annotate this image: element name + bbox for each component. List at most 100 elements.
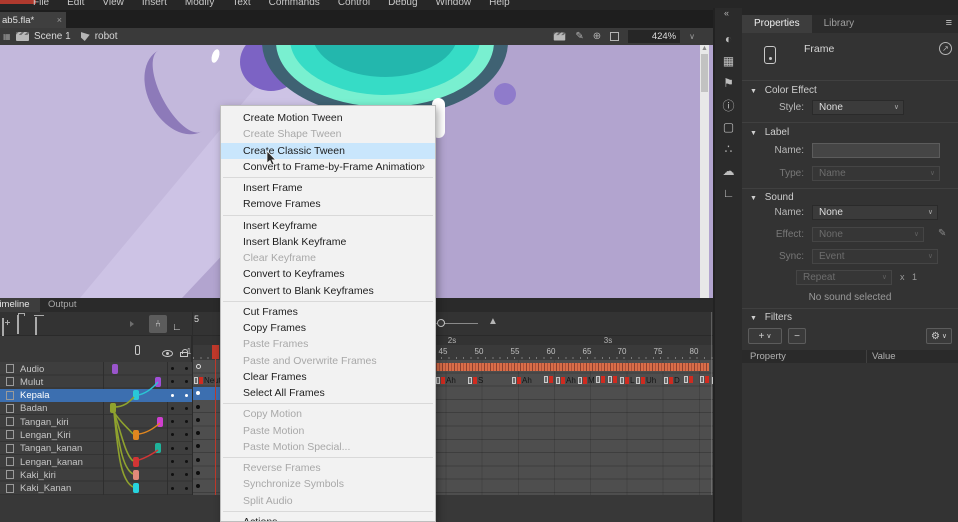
menu-bar-item[interactable]: Window <box>427 0 481 10</box>
label-section-header[interactable]: ▼ Label <box>750 127 789 138</box>
layer-parenting-view-button[interactable]: ⑃ <box>149 315 167 333</box>
context-menu-item[interactable]: Actions <box>221 514 435 522</box>
center-frame-icon[interactable]: ⊕ <box>593 31 601 42</box>
menu-bar-item[interactable]: Insert <box>133 0 176 10</box>
context-menu-item[interactable]: Create Shape Tween <box>221 126 435 142</box>
context-menu-item[interactable]: Convert to Frame-by-Frame Animation <box>221 159 435 175</box>
context-menu-item[interactable]: Remove Frames <box>221 196 435 212</box>
clip-content-icon[interactable] <box>610 32 619 41</box>
menu-bar-item[interactable]: Text <box>223 0 259 10</box>
layer-visibility-dot[interactable] <box>171 447 174 450</box>
tab-properties[interactable]: Properties <box>742 15 812 33</box>
keyframe-dot[interactable] <box>196 418 200 422</box>
context-menu-item[interactable]: Synchronize Symbols <box>221 476 435 492</box>
history-panel-icon[interactable]: ∟ <box>715 182 742 204</box>
zoom-in-timeline-icon[interactable]: ▲ <box>488 316 498 327</box>
context-menu-item[interactable]: Paste and Overwrite Frames <box>221 353 435 369</box>
close-tab-icon[interactable]: × <box>57 15 62 25</box>
context-menu-item[interactable]: Reverse Frames <box>221 460 435 476</box>
scene-breadcrumb[interactable]: Scene 1 <box>34 31 71 42</box>
context-menu-item[interactable]: Convert to Blank Keyframes <box>221 283 435 299</box>
scene-clapperboard-icon[interactable] <box>16 32 29 41</box>
new-layer-button[interactable] <box>2 319 4 337</box>
swatches-panel-icon[interactable]: ▦ <box>715 50 742 72</box>
keyframe-dot[interactable] <box>196 391 200 395</box>
context-menu-item[interactable]: Paste Frames <box>221 336 435 352</box>
timeline-zoom-knob[interactable] <box>437 319 445 327</box>
keyframe-label[interactable]: S <box>468 376 483 385</box>
filter-options-button[interactable]: ⚙ ∨ <box>926 328 952 344</box>
layer-visibility-dot[interactable] <box>171 420 174 423</box>
context-menu-item[interactable]: Split Audio <box>221 493 435 509</box>
layer-lock-dot[interactable] <box>185 447 188 450</box>
layer-lock-dot[interactable] <box>185 407 188 410</box>
tab-timeline[interactable]: Timeline <box>0 298 40 312</box>
sound-name-dropdown[interactable]: None ∨ <box>812 205 938 220</box>
remove-filter-button[interactable]: − <box>788 328 806 344</box>
keyframe-dot[interactable] <box>196 471 200 475</box>
keyframe-label[interactable] <box>608 376 617 383</box>
layer-lock-dot[interactable] <box>185 380 188 383</box>
layer-visibility-dot[interactable] <box>171 473 174 476</box>
layer-lock-dot[interactable] <box>185 420 188 423</box>
keyframe-label[interactable] <box>596 376 605 383</box>
graph-editor-icon[interactable]: ∟ <box>172 317 182 335</box>
context-menu-item[interactable]: Clear Frames <box>221 369 435 385</box>
panel-menu-icon[interactable]: ≡ <box>946 17 952 29</box>
color-panel-icon[interactable]: ◐ <box>715 28 742 50</box>
filters-section-header[interactable]: ▼ Filters <box>750 312 792 323</box>
info-panel-icon[interactable]: ⓘ <box>715 94 742 116</box>
style-dropdown[interactable]: None ∨ <box>812 100 904 115</box>
keyframe-label[interactable]: Ah <box>512 376 532 385</box>
scrollbar-up-arrow-icon[interactable]: ▲ <box>701 45 708 53</box>
scrollbar-thumb[interactable] <box>701 54 708 92</box>
layer-visibility-dot[interactable] <box>171 367 174 370</box>
layer-visibility-dot[interactable] <box>171 380 174 383</box>
keyframe-label[interactable] <box>684 376 693 383</box>
keyframe-dot[interactable] <box>196 484 200 488</box>
frame-label-name-input[interactable] <box>812 143 940 158</box>
edit-sound-envelope-icon[interactable]: ✎ <box>938 228 946 239</box>
audio-empty-keyframe-icon[interactable] <box>196 364 201 369</box>
context-menu-item[interactable]: Create Motion Tween <box>221 110 435 126</box>
cc-libraries-panel-icon[interactable]: ☁ <box>715 160 742 182</box>
keyframe-dot[interactable] <box>196 405 200 409</box>
keyframe-label[interactable]: M <box>578 376 595 385</box>
menu-bar-item[interactable]: View <box>93 0 133 10</box>
keyframe-dot[interactable] <box>196 444 200 448</box>
keyframe-label[interactable]: D <box>664 376 680 385</box>
visibility-column-eye-icon[interactable] <box>162 350 173 357</box>
layer-lock-dot[interactable] <box>185 473 188 476</box>
help-link-icon[interactable]: ↗ <box>939 42 952 55</box>
playhead-marker[interactable] <box>212 345 219 359</box>
keyframe-label[interactable]: L <box>620 376 634 385</box>
context-menu-item[interactable]: Select All Frames <box>221 385 435 401</box>
stage-zoom-input[interactable]: 424% <box>628 30 680 43</box>
tab-library[interactable]: Library <box>812 15 867 33</box>
context-menu-item[interactable]: Paste Motion <box>221 423 435 439</box>
color-effect-section-header[interactable]: ▼ Color Effect <box>750 85 817 96</box>
menu-bar-item[interactable]: Edit <box>58 0 93 10</box>
context-menu-item[interactable]: Insert Blank Keyframe <box>221 234 435 250</box>
layer-visibility-dot[interactable] <box>171 487 174 490</box>
collapse-panels-icon[interactable]: « <box>724 8 729 18</box>
menu-bar-item[interactable]: Modify <box>176 0 223 10</box>
keyframe-dot[interactable] <box>196 431 200 435</box>
symbol-breadcrumb[interactable]: robot <box>95 31 118 42</box>
stage-vertical-scrollbar[interactable]: ▲ <box>700 45 709 298</box>
new-folder-button[interactable] <box>17 316 19 334</box>
align-panel-icon[interactable]: ⚑ <box>715 72 742 94</box>
context-menu-item[interactable]: Clear Keyframe <box>221 250 435 266</box>
context-menu-item[interactable]: Cut Frames <box>221 304 435 320</box>
context-menu-item[interactable]: Convert to Keyframes <box>221 266 435 282</box>
keyframe-label[interactable] <box>544 376 553 383</box>
document-tab[interactable]: ab5.fla* × <box>0 12 66 28</box>
layer-lock-dot[interactable] <box>185 433 188 436</box>
layer-lock-dot[interactable] <box>185 394 188 397</box>
menu-bar-item[interactable]: Help <box>480 0 519 10</box>
sound-section-header[interactable]: ▼ Sound <box>750 192 794 203</box>
grid-icon[interactable]: ▦ <box>3 33 11 40</box>
layer-lock-dot[interactable] <box>185 460 188 463</box>
menu-bar-item[interactable]: Debug <box>379 0 426 10</box>
context-menu-item[interactable]: Insert Frame <box>221 180 435 196</box>
